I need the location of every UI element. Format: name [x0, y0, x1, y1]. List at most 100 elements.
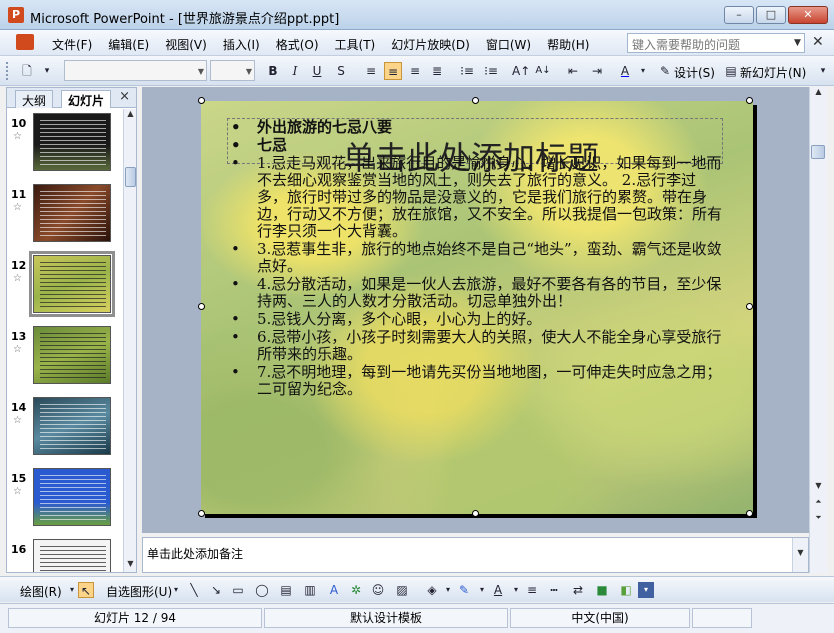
slide-canvas[interactable]: 单击此处添加标题 • 外出旅游的七忌八要 • 七忌 • 1.忌走马观花，出来旅行目的…: [201, 101, 753, 514]
menu-file[interactable]: 文件(F): [44, 36, 100, 53]
toolbar-grip[interactable]: [6, 62, 9, 80]
previous-slide-icon[interactable]: ⏶: [810, 497, 827, 510]
close-button[interactable]: ✕: [788, 6, 828, 24]
font-color-dropdown-icon[interactable]: ▾: [634, 62, 652, 80]
thumbnail-scrollbar[interactable]: ▲ ▼: [123, 109, 136, 572]
design-button[interactable]: 设计(S): [674, 64, 715, 81]
next-slide-icon[interactable]: ⏷: [810, 513, 827, 526]
menu-insert[interactable]: 插入(I): [215, 36, 268, 53]
line-style-icon[interactable]: ≡: [524, 582, 540, 598]
notes-placeholder[interactable]: 单击此处添加备注: [147, 545, 243, 562]
oval-icon[interactable]: ◯: [254, 582, 270, 598]
scroll-thumb[interactable]: [811, 145, 825, 159]
thumbnail-item[interactable]: 10 ☆: [7, 113, 123, 177]
maximize-button[interactable]: □: [756, 6, 786, 24]
underline-icon[interactable]: U: [308, 62, 326, 80]
slide-scrollbar[interactable]: ▲ ▼ ⏶ ⏷: [809, 87, 827, 573]
3d-style-icon[interactable]: ◧: [618, 582, 634, 598]
menu-slideshow[interactable]: 幻灯片放映(D): [383, 36, 478, 53]
menu-help[interactable]: 帮助(H): [539, 36, 597, 53]
arrow-style-icon[interactable]: ⇄: [570, 582, 586, 598]
resize-handle[interactable]: [472, 510, 479, 517]
align-center-icon[interactable]: ≡: [384, 62, 402, 80]
textbox-icon[interactable]: ▤: [278, 582, 294, 598]
justify-icon[interactable]: ≣: [428, 62, 446, 80]
bullet-list-icon[interactable]: ⁝≡: [482, 62, 500, 80]
menu-window[interactable]: 窗口(W): [478, 36, 539, 53]
italic-icon[interactable]: I: [286, 62, 304, 80]
scroll-down-icon[interactable]: ▼: [810, 481, 827, 494]
powerpoint-app-icon[interactable]: P: [8, 7, 24, 23]
scroll-thumb[interactable]: [125, 167, 136, 187]
new-slide-button[interactable]: 新幻灯片(N): [740, 64, 806, 81]
line-icon[interactable]: ╲: [186, 582, 202, 598]
menu-tools[interactable]: 工具(T): [327, 36, 384, 53]
notes-scrollbar[interactable]: ▼: [792, 538, 808, 572]
shadow-style-icon[interactable]: ■: [594, 582, 610, 598]
draw-menu-button[interactable]: 绘图(R): [20, 583, 62, 600]
menu-edit[interactable]: 编辑(E): [100, 36, 157, 53]
toolbar-overflow-icon[interactable]: ▾: [814, 62, 832, 80]
picture-icon[interactable]: ▨: [394, 582, 410, 598]
font-color-icon[interactable]: A: [490, 582, 506, 598]
tab-outline[interactable]: 大纲: [15, 90, 54, 108]
resize-handle[interactable]: [746, 510, 753, 517]
help-dropdown-icon[interactable]: ▼: [794, 38, 801, 48]
select-pointer-icon[interactable]: ↖: [78, 582, 94, 598]
numbered-list-icon[interactable]: ⁝≡: [458, 62, 476, 80]
resize-handle[interactable]: [198, 303, 205, 310]
thumbnail-item[interactable]: 14 ☆: [7, 397, 123, 461]
thumbnail-item[interactable]: 15 ☆: [7, 468, 123, 532]
increase-indent-icon[interactable]: ⇥: [588, 62, 606, 80]
chevron-down-icon[interactable]: ▾: [508, 582, 524, 598]
shadow-icon[interactable]: S: [332, 62, 350, 80]
scroll-down-icon[interactable]: ▼: [124, 559, 137, 572]
pane-close-icon[interactable]: ×: [119, 89, 130, 104]
align-right-icon[interactable]: ≡: [406, 62, 424, 80]
resize-handle[interactable]: [472, 97, 479, 104]
design-icon[interactable]: ✎: [656, 62, 674, 80]
dash-style-icon[interactable]: ┅: [546, 582, 562, 598]
line-color-icon[interactable]: ✎: [456, 582, 472, 598]
clipart-icon[interactable]: ☺: [370, 582, 386, 598]
menu-view[interactable]: 视图(V): [157, 36, 215, 53]
tab-slides[interactable]: 幻灯片: [61, 90, 112, 108]
new-slide-icon[interactable]: ▤: [722, 62, 740, 80]
toolbar-options-icon[interactable]: ▾: [638, 582, 654, 598]
wordart-icon[interactable]: A: [326, 582, 342, 598]
slide-body-text[interactable]: • 外出旅游的七忌八要 • 七忌 • 1.忌走马观花，出来旅行目的是愉悦身心，增长见…: [231, 119, 723, 399]
chevron-down-icon[interactable]: ▾: [168, 582, 184, 598]
align-left-icon[interactable]: ≡: [362, 62, 380, 80]
font-name-select[interactable]: ▼: [64, 60, 207, 81]
menu-format[interactable]: 格式(O): [268, 36, 327, 53]
autoshapes-button[interactable]: 自选图形(U): [106, 583, 172, 600]
document-close-icon[interactable]: ✕: [812, 34, 824, 50]
thumbnail-item-selected[interactable]: 12 ☆: [7, 251, 123, 319]
diagram-icon[interactable]: ✲: [348, 582, 364, 598]
decrease-font-icon[interactable]: A↓: [534, 62, 552, 80]
thumbnail-item[interactable]: 16: [7, 539, 123, 572]
notes-pane[interactable]: 单击此处添加备注 ▼: [142, 537, 809, 573]
resize-handle[interactable]: [198, 510, 205, 517]
resize-handle[interactable]: [746, 97, 753, 104]
new-document-icon[interactable]: 🗋: [18, 62, 36, 80]
font-size-select[interactable]: ▼: [210, 60, 255, 81]
decrease-indent-icon[interactable]: ⇤: [564, 62, 582, 80]
increase-font-icon[interactable]: A↑: [512, 62, 530, 80]
resize-handle[interactable]: [198, 97, 205, 104]
fill-color-icon[interactable]: ◈: [424, 582, 440, 598]
rectangle-icon[interactable]: ▭: [230, 582, 246, 598]
chevron-down-icon[interactable]: ▾: [440, 582, 456, 598]
vertical-textbox-icon[interactable]: ▥: [302, 582, 318, 598]
scroll-up-icon[interactable]: ▲: [124, 109, 137, 122]
font-color-icon[interactable]: A: [616, 62, 634, 80]
resize-handle[interactable]: [746, 303, 753, 310]
chevron-down-icon[interactable]: ▾: [474, 582, 490, 598]
scroll-up-icon[interactable]: ▲: [810, 87, 827, 100]
scroll-down-icon[interactable]: ▼: [793, 548, 808, 561]
arrow-icon[interactable]: ↘: [208, 582, 224, 598]
toolbar-options-icon[interactable]: ▾: [38, 62, 56, 80]
thumbnail-item[interactable]: 13 ☆: [7, 326, 123, 390]
minimize-button[interactable]: –: [724, 6, 754, 24]
thumbnail-item[interactable]: 11 ☆: [7, 184, 123, 248]
